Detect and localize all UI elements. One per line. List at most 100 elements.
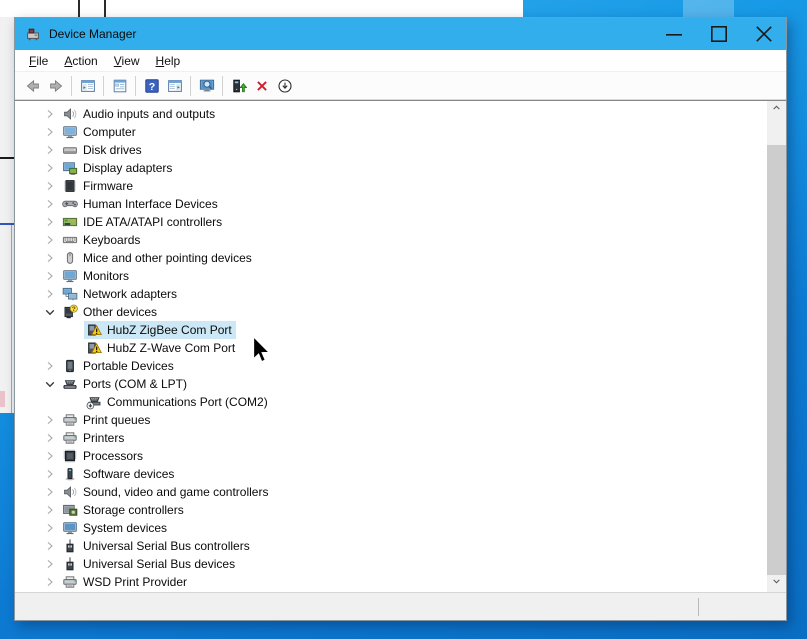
collapsed-chevron-icon[interactable] <box>42 466 58 482</box>
collapsed-chevron-icon[interactable] <box>42 250 58 266</box>
collapsed-chevron-icon[interactable] <box>42 448 58 464</box>
tree-item-content[interactable]: Audio inputs and outputs <box>60 105 219 123</box>
tree-item[interactable]: Print queues <box>15 411 767 429</box>
collapsed-chevron-icon[interactable] <box>42 520 58 536</box>
tree-item-content[interactable]: System devices <box>60 519 171 537</box>
collapsed-chevron-icon[interactable] <box>42 178 58 194</box>
scrollbar-thumb[interactable] <box>767 145 786 575</box>
tree-item[interactable]: HubZ Z-Wave Com Port <box>15 339 767 357</box>
tree-item-content[interactable]: HubZ ZigBee Com Port <box>84 321 236 339</box>
scroll-up-button[interactable] <box>767 101 786 118</box>
tree-item-content[interactable]: Sound, video and game controllers <box>60 483 272 501</box>
tree-item[interactable]: Storage controllers <box>15 501 767 519</box>
tree-item[interactable]: Firmware <box>15 177 767 195</box>
tree-item[interactable]: Disk drives <box>15 141 767 159</box>
tree-item[interactable]: WSD Print Provider <box>15 573 767 591</box>
tree-item-content[interactable]: Communications Port (COM2) <box>84 393 272 411</box>
tree-item-content[interactable]: Portable Devices <box>60 357 178 375</box>
scroll-down-button[interactable] <box>767 575 786 592</box>
tree-item-content[interactable]: WSD Print Provider <box>60 573 191 591</box>
properties-button[interactable] <box>108 74 131 98</box>
tree-item[interactable]: Processors <box>15 447 767 465</box>
menu-item-action[interactable]: Action <box>56 52 105 70</box>
titlebar[interactable]: Device Manager <box>15 18 786 50</box>
collapsed-chevron-icon[interactable] <box>42 214 58 230</box>
tree-item-content[interactable]: Human Interface Devices <box>60 195 222 213</box>
uninstall-button[interactable] <box>250 74 273 98</box>
collapsed-chevron-icon[interactable] <box>42 268 58 284</box>
tree-item[interactable]: Human Interface Devices <box>15 195 767 213</box>
menu-item-file[interactable]: File <box>21 52 56 70</box>
tree-item[interactable]: Keyboards <box>15 231 767 249</box>
menu-item-help[interactable]: Help <box>148 52 189 70</box>
tree-item-content[interactable]: Universal Serial Bus devices <box>60 555 239 573</box>
help-button[interactable]: ? <box>140 74 163 98</box>
tree-item[interactable]: Mice and other pointing devices <box>15 249 767 267</box>
tree-item[interactable]: Monitors <box>15 267 767 285</box>
collapsed-chevron-icon[interactable] <box>42 286 58 302</box>
tree-item[interactable]: Printers <box>15 429 767 447</box>
tree-item[interactable]: ?Other devices <box>15 303 767 321</box>
scan-hardware-button[interactable] <box>195 74 218 98</box>
tree-item[interactable]: Universal Serial Bus devices <box>15 555 767 573</box>
tree-item-content[interactable]: ?Other devices <box>60 303 161 321</box>
collapsed-chevron-icon[interactable] <box>42 358 58 374</box>
maximize-button[interactable] <box>696 18 741 50</box>
tree-item[interactable]: Portable Devices <box>15 357 767 375</box>
collapsed-chevron-icon[interactable] <box>42 502 58 518</box>
back-button[interactable] <box>21 74 44 98</box>
tree-item-content[interactable]: Monitors <box>60 267 133 285</box>
tree-item[interactable]: IDE ATA/ATAPI controllers <box>15 213 767 231</box>
collapsed-chevron-icon[interactable] <box>42 160 58 176</box>
tree-item-content[interactable]: Network adapters <box>60 285 181 303</box>
tree-item-content[interactable]: Keyboards <box>60 231 144 249</box>
collapsed-chevron-icon[interactable] <box>42 574 58 590</box>
collapsed-chevron-icon[interactable] <box>42 484 58 500</box>
minimize-button[interactable] <box>651 18 696 50</box>
collapsed-chevron-icon[interactable] <box>42 556 58 572</box>
tree-item-content[interactable]: Printers <box>60 429 128 447</box>
tree-item-content[interactable]: Disk drives <box>60 141 146 159</box>
tree-item-content[interactable]: Mice and other pointing devices <box>60 249 256 267</box>
tree-item[interactable]: System devices <box>15 519 767 537</box>
menu-item-view[interactable]: View <box>106 52 148 70</box>
close-button[interactable] <box>741 18 786 50</box>
tree-item-content[interactable]: Computer <box>60 123 140 141</box>
tree-item[interactable]: Sound, video and game controllers <box>15 483 767 501</box>
vertical-scrollbar[interactable] <box>767 101 786 592</box>
collapsed-chevron-icon[interactable] <box>42 430 58 446</box>
tree-item-content[interactable]: Storage controllers <box>60 501 188 519</box>
tree-item[interactable]: Ports (COM & LPT) <box>15 375 767 393</box>
collapsed-chevron-icon[interactable] <box>42 142 58 158</box>
collapsed-chevron-icon[interactable] <box>42 232 58 248</box>
update-driver-button[interactable] <box>227 74 250 98</box>
tree-item[interactable]: Network adapters <box>15 285 767 303</box>
collapsed-chevron-icon[interactable] <box>42 106 58 122</box>
collapsed-chevron-icon[interactable] <box>42 538 58 554</box>
console-tree-button[interactable] <box>76 74 99 98</box>
tree-item-content[interactable]: Display adapters <box>60 159 176 177</box>
collapsed-chevron-icon[interactable] <box>42 196 58 212</box>
expanded-chevron-icon[interactable] <box>42 304 58 320</box>
tree-item[interactable]: Communications Port (COM2) <box>15 393 767 411</box>
tree-item-content[interactable]: Software devices <box>60 465 178 483</box>
collapsed-chevron-icon[interactable] <box>42 124 58 140</box>
tree-item-content[interactable]: IDE ATA/ATAPI controllers <box>60 213 226 231</box>
disable-device-button[interactable] <box>273 74 296 98</box>
tree-item-content[interactable]: Processors <box>60 447 147 465</box>
tree-item[interactable]: Universal Serial Bus controllers <box>15 537 767 555</box>
tree-item[interactable]: Display adapters <box>15 159 767 177</box>
tree-item-content[interactable]: Ports (COM & LPT) <box>60 375 191 393</box>
tree-item[interactable]: Audio inputs and outputs <box>15 105 767 123</box>
tree-item[interactable]: Computer <box>15 123 767 141</box>
tree-item-content[interactable]: HubZ Z-Wave Com Port <box>84 339 239 357</box>
collapsed-chevron-icon[interactable] <box>42 412 58 428</box>
tree-item[interactable]: Software devices <box>15 465 767 483</box>
expanded-chevron-icon[interactable] <box>42 376 58 392</box>
tree-item[interactable]: HubZ ZigBee Com Port <box>15 321 767 339</box>
tree-item-content[interactable]: Universal Serial Bus controllers <box>60 537 254 555</box>
tree-item-content[interactable]: Print queues <box>60 411 154 429</box>
tree-item-content[interactable]: Firmware <box>60 177 137 195</box>
action-pane-button[interactable] <box>163 74 186 98</box>
forward-button[interactable] <box>44 74 67 98</box>
